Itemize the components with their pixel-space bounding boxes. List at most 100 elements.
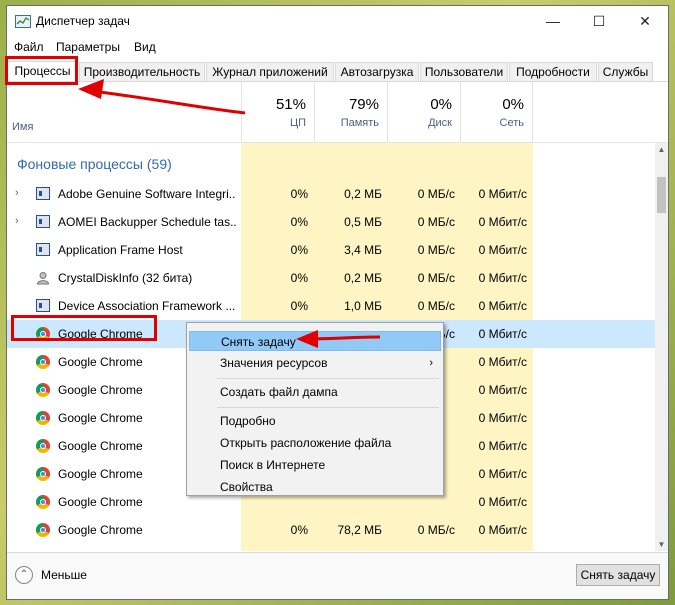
chrome-icon bbox=[36, 355, 50, 369]
network-value: 0 Мбит/с bbox=[478, 467, 527, 481]
menu-item-resource-values[interactable]: Значения ресурсов › bbox=[189, 353, 441, 373]
chrome-icon bbox=[36, 495, 50, 509]
column-header: 51% ЦП 79% Память 0% Диск 0% Сеть bbox=[7, 82, 668, 142]
window-title: Диспетчер задач bbox=[36, 14, 130, 28]
end-task-button[interactable]: Снять задачу bbox=[576, 564, 660, 586]
menu-item-end-task[interactable]: Снять задачу bbox=[189, 331, 441, 351]
submenu-arrow-icon: › bbox=[429, 357, 433, 369]
menu-options[interactable]: Параметры bbox=[56, 40, 120, 54]
minimize-button[interactable]: — bbox=[530, 6, 576, 36]
cpu-value: 0% bbox=[290, 215, 308, 229]
menu-item-create-dump[interactable]: Создать файл дампа bbox=[189, 382, 441, 402]
tab-performance[interactable]: Производительность bbox=[79, 62, 205, 81]
cpu-label: ЦП bbox=[289, 117, 306, 129]
scroll-thumb[interactable] bbox=[657, 177, 666, 213]
process-row[interactable]: Google Chrome 0% 78,2 МБ 0 МБ/с 0 Мбит/с bbox=[7, 516, 655, 544]
tab-details[interactable]: Подробности bbox=[509, 62, 597, 81]
menu-item-label: Свойства bbox=[220, 480, 273, 494]
memory-value: 78,2 МБ bbox=[337, 523, 382, 537]
column-network[interactable]: 0% Сеть bbox=[460, 82, 533, 142]
disk-total: 0% bbox=[430, 96, 452, 113]
scroll-up-icon[interactable]: ▲ bbox=[655, 145, 668, 154]
context-menu: Снять задачу Значения ресурсов › Создать фа… bbox=[186, 322, 444, 496]
menu-file[interactable]: Файл bbox=[14, 40, 44, 54]
app-icon bbox=[36, 215, 50, 228]
network-value: 0 Мбит/с bbox=[478, 383, 527, 397]
menu-item-search-online[interactable]: Поиск в Интернете bbox=[189, 455, 441, 475]
tab-services[interactable]: Службы bbox=[598, 62, 653, 81]
memory-label: Память bbox=[340, 117, 379, 129]
network-value: 0 Мбит/с bbox=[478, 439, 527, 453]
scroll-down-icon[interactable]: ▼ bbox=[655, 540, 668, 549]
menu-item-properties[interactable]: Свойства bbox=[189, 477, 441, 497]
chevron-right-icon[interactable]: › bbox=[15, 187, 19, 199]
memory-value: 3,4 МБ bbox=[344, 243, 382, 257]
process-name: CrystalDiskInfo (32 бита) bbox=[58, 271, 193, 285]
menu-view[interactable]: Вид bbox=[134, 40, 156, 54]
close-button[interactable]: ✕ bbox=[622, 6, 668, 36]
process-row[interactable]: › Adobe Genuine Software Integri... 0% 0,2 … bbox=[7, 180, 655, 208]
column-memory[interactable]: 79% Память bbox=[314, 82, 387, 142]
memory-value: 0,2 МБ bbox=[344, 187, 382, 201]
annotation-box-chrome-row bbox=[11, 315, 157, 341]
disk-label: Диск bbox=[428, 117, 452, 129]
column-name[interactable]: Имя bbox=[12, 121, 33, 133]
tab-app-history[interactable]: Журнал приложений bbox=[206, 62, 334, 81]
disk-value: 0 МБ/с bbox=[417, 299, 455, 313]
chrome-icon bbox=[36, 439, 50, 453]
cpu-value: 0% bbox=[290, 299, 308, 313]
menu-item-label: Подробно bbox=[220, 414, 276, 428]
network-value: 0 Мбит/с bbox=[478, 243, 527, 257]
process-row[interactable]: › AOMEI Backupper Schedule tas... 0% 0,5 МБ… bbox=[7, 208, 655, 236]
network-value: 0 Мбит/с bbox=[478, 299, 527, 313]
annotation-box-processes-tab bbox=[5, 56, 78, 85]
network-value: 0 Мбит/с bbox=[478, 523, 527, 537]
chevron-right-icon[interactable]: › bbox=[15, 215, 19, 227]
group-header-background[interactable]: Фоновые процессы (59) bbox=[17, 156, 172, 172]
menu-item-label: Значения ресурсов bbox=[220, 356, 328, 370]
disk-value: 0 МБ/с bbox=[417, 271, 455, 285]
cpu-value: 0% bbox=[290, 187, 308, 201]
column-disk[interactable]: 0% Диск bbox=[387, 82, 460, 142]
disk-value: 0 МБ/с bbox=[417, 215, 455, 229]
menu-item-label: Снять задачу bbox=[221, 335, 296, 349]
process-name: Google Chrome bbox=[58, 495, 143, 509]
app-icon bbox=[36, 299, 50, 312]
column-cpu[interactable]: 51% ЦП bbox=[241, 82, 314, 142]
chrome-icon bbox=[36, 383, 50, 397]
user-icon bbox=[36, 271, 50, 285]
app-icon bbox=[36, 243, 50, 256]
menu-separator bbox=[217, 378, 439, 379]
menu-item-label: Открыть расположение файла bbox=[220, 436, 392, 450]
process-name: Application Frame Host bbox=[58, 243, 183, 257]
menu-item-details[interactable]: Подробно bbox=[189, 411, 441, 431]
chrome-icon bbox=[36, 467, 50, 481]
network-label: Сеть bbox=[499, 117, 524, 129]
menu-item-open-location[interactable]: Открыть расположение файла bbox=[189, 433, 441, 453]
cpu-value: 0% bbox=[290, 243, 308, 257]
menu-bar: Файл Параметры Вид bbox=[7, 38, 668, 58]
chrome-icon bbox=[36, 523, 50, 537]
process-row[interactable]: Application Frame Host 0% 3,4 МБ 0 МБ/с 0 Мб… bbox=[7, 236, 655, 264]
tab-users[interactable]: Пользователи bbox=[420, 62, 508, 81]
process-name: Adobe Genuine Software Integri... bbox=[58, 187, 236, 201]
network-value: 0 Мбит/с bbox=[478, 495, 527, 509]
menu-item-label: Создать файл дампа bbox=[220, 385, 338, 399]
title-bar[interactable]: Диспетчер задач — ☐ ✕ bbox=[7, 6, 668, 36]
tab-startup[interactable]: Автозагрузка bbox=[335, 62, 419, 81]
network-value: 0 Мбит/с bbox=[478, 327, 527, 341]
process-row[interactable]: CrystalDiskInfo (32 бита) 0% 0,2 МБ 0 МБ/с 0… bbox=[7, 264, 655, 292]
disk-value: 0 МБ/с bbox=[417, 523, 455, 537]
menu-separator bbox=[217, 407, 439, 408]
memory-total: 79% bbox=[348, 96, 379, 113]
network-value: 0 Мбит/с bbox=[478, 187, 527, 201]
network-total: 0% bbox=[502, 96, 524, 113]
process-name: AOMEI Backupper Schedule tas... bbox=[58, 215, 236, 229]
chevron-up-icon[interactable]: ⌃ bbox=[15, 566, 33, 584]
network-value: 0 Мбит/с bbox=[478, 271, 527, 285]
chrome-icon bbox=[36, 411, 50, 425]
fewer-details-link[interactable]: Меньше bbox=[41, 568, 87, 582]
network-value: 0 Мбит/с bbox=[478, 355, 527, 369]
vertical-scrollbar[interactable]: ▲ ▼ bbox=[655, 143, 668, 551]
maximize-button[interactable]: ☐ bbox=[576, 6, 622, 36]
